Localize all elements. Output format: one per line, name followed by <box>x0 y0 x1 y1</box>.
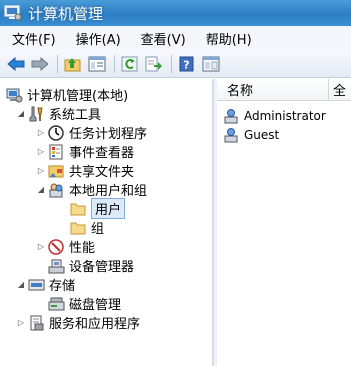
tree-item-services-apps[interactable]: ▷ 服务和应用程序 <box>16 313 140 332</box>
user-icon <box>223 108 240 125</box>
tools-icon <box>28 105 45 122</box>
expanded-arrow-icon[interactable]: ◢ <box>36 185 46 195</box>
back-icon <box>7 56 25 71</box>
details-list: 名称 全 Administrator Guest <box>217 79 351 366</box>
export-list-button[interactable] <box>144 54 164 74</box>
services-icon <box>28 314 45 331</box>
list-header: 名称 全 <box>217 79 351 101</box>
show-hide-tree-button[interactable] <box>87 54 107 74</box>
clock-icon <box>48 124 65 141</box>
tree-label-event-viewer: 事件查看器 <box>69 146 135 161</box>
export-list-icon <box>145 56 162 71</box>
properties-icon <box>202 56 220 71</box>
svg-text:?: ? <box>183 58 189 71</box>
collapsed-arrow-icon[interactable]: ▷ <box>36 128 46 138</box>
tree-label-shared-folders: 共享文件夹 <box>69 165 135 180</box>
disk-management-icon <box>48 295 65 312</box>
menu-file[interactable]: 文件(F) <box>12 29 56 48</box>
folder-icon <box>70 200 87 217</box>
tree-label-task-scheduler: 任务计划程序 <box>69 127 148 142</box>
list-item[interactable]: Guest <box>223 126 279 144</box>
list-item-name: Guest <box>244 128 280 142</box>
tree-label-groups: 组 <box>91 222 105 237</box>
collapsed-arrow-icon[interactable]: ▷ <box>36 147 46 157</box>
menu-bar: 文件(F) 操作(A) 查看(V) 帮助(H) <box>0 26 351 50</box>
column-header-name[interactable]: 名称 <box>217 79 329 100</box>
refresh-icon <box>121 56 138 71</box>
show-hide-tree-icon <box>88 56 106 71</box>
tree-label-root: 计算机管理(本地) <box>27 89 129 104</box>
properties-button[interactable] <box>201 54 221 74</box>
expanded-arrow-icon[interactable]: ◢ <box>16 280 26 290</box>
toolbar-separator <box>57 54 58 73</box>
tree-item-storage[interactable]: ◢ 存储 <box>16 275 75 294</box>
device-manager-icon <box>48 257 65 274</box>
users-group-icon <box>48 181 65 198</box>
collapsed-arrow-icon[interactable]: ▷ <box>16 318 26 328</box>
menu-action[interactable]: 操作(A) <box>76 29 121 48</box>
tree-item-system-tools[interactable]: ◢ 系统工具 <box>16 104 101 123</box>
help-icon: ? <box>179 56 194 71</box>
column-header-full-name[interactable]: 全 <box>329 80 346 99</box>
folder-icon <box>70 219 87 236</box>
tree-label-storage: 存储 <box>49 279 76 294</box>
tree-label-users: 用户 <box>91 198 126 219</box>
console-tree: 计算机管理(本地) ◢ 系统工具 ▷ 任务计划程序 ▷ 事件查看器 ▷ 共享文件… <box>0 79 214 366</box>
shared-folder-icon <box>48 162 65 179</box>
storage-icon <box>28 276 45 293</box>
tree-item-device-manager[interactable]: 设备管理器 <box>48 256 134 275</box>
tree-label-disk-management: 磁盘管理 <box>69 298 122 313</box>
event-viewer-icon <box>48 143 65 160</box>
computer-management-icon <box>4 5 22 21</box>
window-title: 计算机管理 <box>28 4 104 23</box>
tree-label-system-tools: 系统工具 <box>49 108 102 123</box>
help-button[interactable]: ? <box>177 54 197 74</box>
tree-item-task-scheduler[interactable]: ▷ 任务计划程序 <box>36 123 147 142</box>
title-bar: 计算机管理 <box>0 0 351 26</box>
computer-management-icon <box>6 86 23 103</box>
tree-label-local-users-groups: 本地用户和组 <box>69 184 148 199</box>
user-icon <box>223 127 240 144</box>
tree-item-groups[interactable]: 组 <box>70 218 104 237</box>
expanded-arrow-icon[interactable]: ◢ <box>16 109 26 119</box>
tree-label-performance: 性能 <box>69 241 96 256</box>
list-item-name: Administrator <box>244 109 326 123</box>
tree-label-device-manager: 设备管理器 <box>69 260 135 275</box>
forward-icon <box>31 56 49 71</box>
tree-item-users[interactable]: 用户 <box>70 198 126 219</box>
back-button[interactable] <box>6 54 26 74</box>
toolbar: ? <box>0 50 351 78</box>
menu-help[interactable]: 帮助(H) <box>206 29 252 48</box>
toolbar-separator <box>171 54 172 73</box>
performance-icon <box>48 238 65 255</box>
toolbar-separator <box>114 54 115 73</box>
collapsed-arrow-icon[interactable]: ▷ <box>36 242 46 252</box>
tree-item-root[interactable]: 计算机管理(本地) <box>6 85 128 104</box>
list-item[interactable]: Administrator <box>223 107 326 125</box>
tree-item-performance[interactable]: ▷ 性能 <box>36 237 95 256</box>
tree-item-event-viewer[interactable]: ▷ 事件查看器 <box>36 142 134 161</box>
tree-item-shared-folders[interactable]: ▷ 共享文件夹 <box>36 161 134 180</box>
forward-button[interactable] <box>30 54 50 74</box>
tree-item-disk-management[interactable]: 磁盘管理 <box>48 294 121 313</box>
up-folder-button[interactable] <box>63 54 83 74</box>
refresh-button[interactable] <box>120 54 140 74</box>
menu-view[interactable]: 查看(V) <box>141 29 186 48</box>
tree-item-local-users-groups[interactable]: ◢ 本地用户和组 <box>36 180 147 199</box>
tree-label-services-apps: 服务和应用程序 <box>49 317 141 332</box>
up-folder-icon <box>64 57 81 71</box>
collapsed-arrow-icon[interactable]: ▷ <box>36 166 46 176</box>
